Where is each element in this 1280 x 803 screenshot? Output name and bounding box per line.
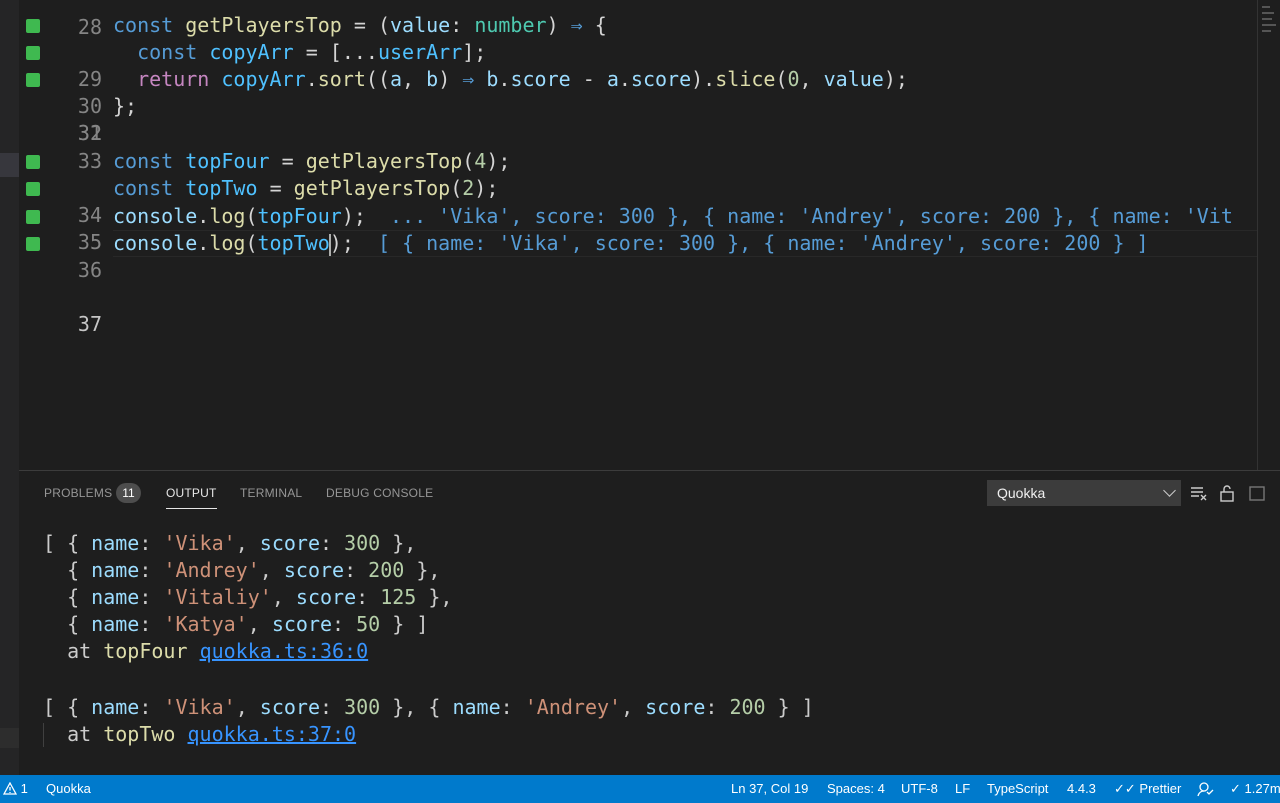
end-of-line[interactable]: LF <box>955 781 970 796</box>
quokka-status[interactable]: Quokka <box>46 781 91 796</box>
tab-problems[interactable]: PROBLEMS <box>44 486 112 500</box>
code-text: const topFour = getPlayersTop(4); <box>113 149 511 173</box>
code-line[interactable]: 33 <box>19 121 1257 173</box>
output-console[interactable]: [ { name: 'Vika', score: 300 }, { name: … <box>19 513 1280 776</box>
output-line: { name: 'Andrey', score: 200 }, <box>43 558 441 582</box>
panel-tabs: PROBLEMS 11 OUTPUT TERMINAL DEBUG CONSOL… <box>19 471 1280 513</box>
warnings-count: 1 <box>20 781 28 796</box>
feedback-icon[interactable] <box>1196 781 1214 800</box>
quokka-timing[interactable]: ✓ 1.27m <box>1230 781 1280 797</box>
minimap-line <box>1262 12 1274 14</box>
warnings-indicator[interactable]: 1 <box>2 781 28 796</box>
code-line[interactable]: 30 const copyArr = [...userArr]; <box>19 39 1257 118</box>
tab-output[interactable]: OUTPUT <box>166 486 217 509</box>
status-bar: 1 Quokka Ln 37, Col 19 Spaces: 4 UTF-8 L… <box>0 775 1280 803</box>
coverage-marker <box>26 210 40 224</box>
code-line[interactable]: 34 const topFour = getPlayersTop(4); <box>19 148 1257 227</box>
ts-version[interactable]: 4.4.3 <box>1067 781 1096 796</box>
code-line-active[interactable]: 37 console.log(topTwo); [ { name: 'Vika'… <box>19 230 1257 336</box>
code-line[interactable]: 35 const topTwo = getPlayersTop(2); <box>19 175 1257 254</box>
warning-icon <box>2 781 18 795</box>
output-line: [ { name: 'Vika', score: 300 }, { name: … <box>43 695 814 719</box>
problems-count-badge: 11 <box>116 483 141 503</box>
code-text: return copyArr.sort((a, b) ⇒ b.score - a… <box>137 67 908 91</box>
tab-debug-console[interactable]: DEBUG CONSOLE <box>326 486 433 500</box>
inline-result: ... 'Vika', score: 300 }, { name: 'Andre… <box>390 204 1233 228</box>
check-double-icon: ✓✓ <box>1114 781 1136 796</box>
coverage-marker <box>26 19 40 33</box>
minimap-line <box>1262 18 1272 20</box>
prettier-label: Prettier <box>1139 781 1182 796</box>
coverage-marker <box>26 237 40 251</box>
tab-terminal[interactable]: TERMINAL <box>240 486 302 500</box>
active-marker <box>0 153 19 177</box>
chevron-down-icon <box>1163 484 1176 497</box>
bottom-panel: PROBLEMS 11 OUTPUT TERMINAL DEBUG CONSOL… <box>19 470 1280 775</box>
output-channel-select[interactable]: Quokka <box>987 480 1181 506</box>
language-mode[interactable]: TypeScript <box>987 781 1048 796</box>
clear-output-icon[interactable] <box>1189 483 1209 503</box>
location-label: topTwo <box>103 722 176 746</box>
code-editor[interactable]: 28 29 const getPlayersTop = (value: numb… <box>19 0 1257 470</box>
activity-strip <box>0 0 19 775</box>
minimap-line <box>1262 6 1270 8</box>
indentation[interactable]: Spaces: 4 <box>827 781 885 796</box>
code-line[interactable]: 32 }; <box>19 93 1257 145</box>
location-label: topFour <box>103 639 188 663</box>
code-text: const getPlayersTop = (value: number) ⇒ … <box>113 13 607 37</box>
coverage-marker <box>26 182 40 196</box>
check-icon: ✓ <box>1230 781 1241 796</box>
code-line[interactable]: 31 return copyArr.sort((a, b) ⇒ b.score … <box>19 66 1257 145</box>
output-line: [ { name: 'Vika', score: 300 }, <box>43 531 417 555</box>
code-text: }; <box>113 94 138 118</box>
minimap-line <box>1262 30 1271 32</box>
prettier-status[interactable]: ✓✓ Prettier <box>1114 781 1181 797</box>
strip-marker <box>0 728 19 748</box>
source-link[interactable]: quokka.ts:37:0 <box>188 722 357 746</box>
output-location-line: at topFour quokka.ts:36:0 <box>43 639 369 663</box>
lock-icon[interactable] <box>1217 483 1237 503</box>
inline-result: [ { name: 'Vika', score: 300 }, { name: … <box>377 231 1149 255</box>
code-text: const copyArr = [...userArr]; <box>137 40 487 64</box>
coverage-marker <box>26 73 40 87</box>
encoding[interactable]: UTF-8 <box>901 781 938 796</box>
cursor-position[interactable]: Ln 37, Col 19 <box>731 781 808 796</box>
code-text: console.log(topTwo); [ { name: 'Vika', s… <box>113 231 1149 256</box>
minimap[interactable] <box>1257 0 1280 470</box>
source-link[interactable]: quokka.ts:36:0 <box>200 639 369 663</box>
code-line[interactable]: 29 const getPlayersTop = (value: number)… <box>19 12 1257 91</box>
output-channel-value: Quokka <box>997 485 1046 501</box>
quokka-time: 1.27m <box>1244 781 1280 796</box>
code-text: const topTwo = getPlayersTop(2); <box>113 176 499 200</box>
maximize-icon[interactable] <box>1247 483 1267 503</box>
minimap-line <box>1262 24 1276 26</box>
coverage-marker <box>26 155 40 169</box>
code-text: console.log(topFour); ... 'Vika', score:… <box>113 204 1233 228</box>
output-line: { name: 'Vitaliy', score: 125 }, <box>43 585 453 609</box>
line-number: 37 <box>77 312 102 336</box>
output-line: { name: 'Katya', score: 50 } ] <box>43 612 429 636</box>
output-location-line: at topTwo quokka.ts:37:0 <box>43 722 357 746</box>
code-line[interactable]: 36 console.log(topFour); ... 'Vika', sco… <box>19 203 1257 282</box>
coverage-marker <box>26 46 40 60</box>
